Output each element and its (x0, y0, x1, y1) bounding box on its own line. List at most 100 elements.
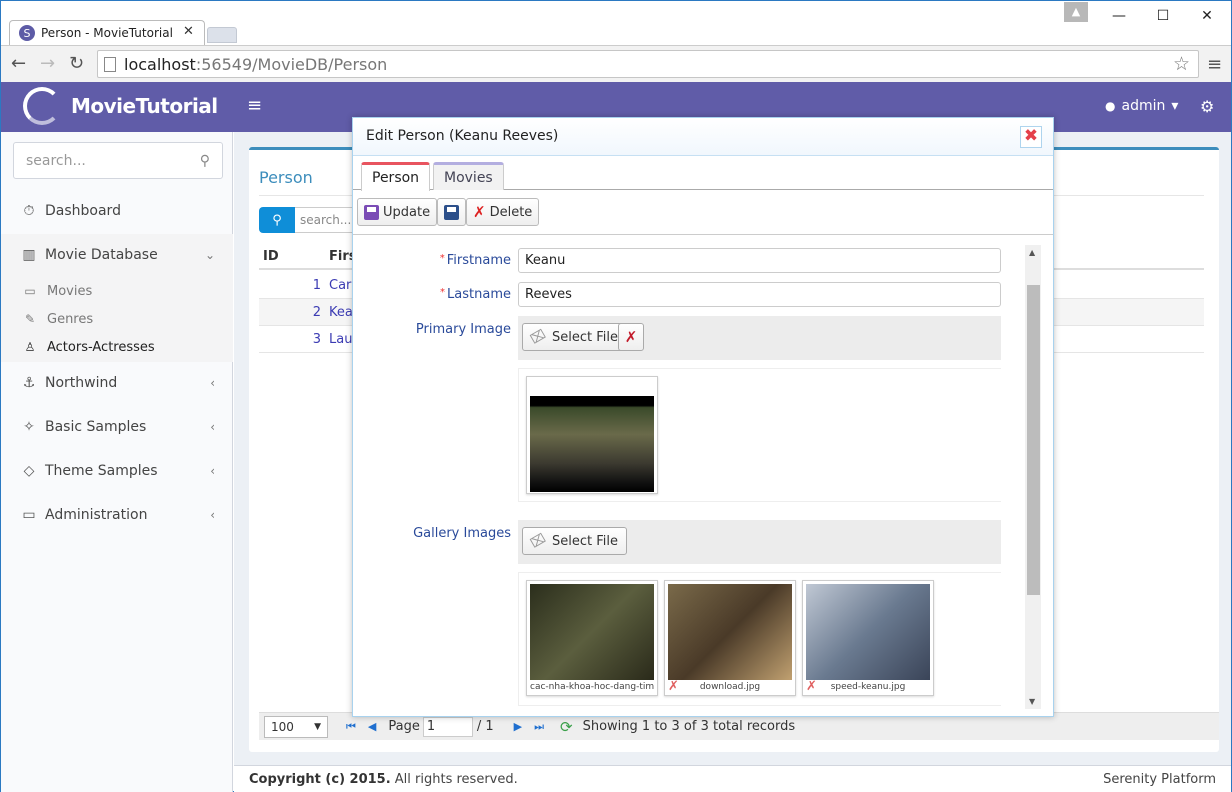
next-page-icon[interactable]: ▶ (514, 720, 522, 733)
back-icon[interactable]: ← (11, 53, 26, 74)
cell-id: 1 (312, 278, 321, 293)
column-header-id[interactable]: ID (263, 249, 279, 264)
maximize-button[interactable]: ☐ (1141, 5, 1185, 27)
gallery-image (668, 584, 792, 680)
profile-icon[interactable]: ▲ (1064, 2, 1088, 22)
delete-button[interactable]: ✗ Delete (466, 198, 540, 226)
dialog-form: * Firstname Keanu * Lastname Reeves Primar… (353, 236, 1053, 716)
search-icon[interactable]: ⚲ (200, 153, 210, 169)
browser-window: S Person - MovieTutorial ✕ ▲ — ☐ ✕ ← → ↻… (0, 0, 1232, 792)
title-bar: S Person - MovieTutorial ✕ ▲ — ☐ ✕ (1, 1, 1231, 46)
copyright-text: All rights reserved. (390, 772, 518, 787)
update-button[interactable]: Update (357, 198, 438, 226)
scrollbar-thumb[interactable] (1027, 285, 1040, 595)
close-window-button[interactable]: ✕ (1185, 5, 1229, 27)
page-size-value: 100 (271, 719, 294, 734)
gallery-select-file-button[interactable]: ⌧ Select File (522, 527, 627, 555)
scroll-down-icon[interactable]: ▼ (1029, 697, 1035, 706)
paperclip-icon: ⌧ (528, 326, 549, 348)
forward-icon[interactable]: → (40, 53, 55, 74)
sidebar-subitem-label: Movies (47, 283, 93, 299)
sidebar-item-movie-database[interactable]: ▥ Movie Database ⌄ (1, 233, 233, 277)
sidebar-item-basic-samples[interactable]: ✧ Basic Samples ‹ (1, 405, 233, 449)
update-label: Update (383, 204, 431, 220)
cell-firstname-link[interactable]: Kea (329, 305, 353, 320)
primary-select-file-button[interactable]: ⌧ Select File (522, 323, 627, 351)
scroll-up-icon[interactable]: ▲ (1029, 248, 1035, 257)
firstname-field[interactable]: Keanu (518, 248, 1001, 273)
tab-person[interactable]: Person (361, 162, 431, 191)
sidebar-subitem-actors-actresses[interactable]: ♙ Actors-Actresses (1, 333, 233, 361)
user-menu[interactable]: ● admin ▾ (1105, 98, 1178, 114)
sidebar-subitem-label: Genres (47, 311, 94, 327)
lastname-field[interactable]: Reeves (518, 282, 1001, 307)
logo-icon (23, 87, 61, 125)
browser-toolbar: ← → ↻ localhost:56549/MovieDB/Person ☆ ≡ (1, 45, 1231, 82)
refresh-icon[interactable]: ⟳ (560, 718, 573, 736)
sidebar-subitem-genres[interactable]: ✎ Genres (1, 305, 233, 333)
platform-credit: Serenity Platform (1103, 772, 1216, 787)
primary-image (530, 396, 654, 492)
last-page-icon[interactable]: ⏭ (534, 720, 544, 734)
page-number-input[interactable]: 1 (422, 716, 473, 737)
page-icon (104, 56, 116, 72)
brand-logo[interactable]: MovieTutorial (23, 87, 218, 125)
page-size-select[interactable]: 100 ▼ (264, 715, 328, 738)
primary-image-label: Primary Image (415, 322, 511, 337)
reload-icon[interactable]: ↻ (69, 53, 84, 74)
sidebar-item-administration[interactable]: ▭ Administration ‹ (1, 493, 233, 537)
gallery-thumbnail[interactable]: cac-nha-khoa-hoc-dang-tim- (526, 580, 658, 696)
prev-page-icon[interactable]: ◀ (368, 720, 376, 733)
minimize-button[interactable]: — (1097, 5, 1141, 27)
grid-search-input[interactable]: search... (295, 207, 355, 233)
sidebar-item-label: Theme Samples (45, 463, 158, 479)
user-name: admin (1121, 98, 1166, 114)
firstname-label-text: Firstname (446, 253, 511, 268)
tab-close-icon[interactable]: ✕ (183, 24, 194, 39)
primary-image-preview (518, 368, 1001, 502)
browser-tab-content[interactable]: S Person - MovieTutorial (19, 21, 173, 45)
sidebar-search-input[interactable]: search... ⚲ (13, 142, 223, 179)
film-icon: ▥ (22, 247, 36, 263)
gallery-thumbnail[interactable]: ✗ download.jpg (664, 580, 796, 696)
remove-primary-image-button[interactable]: ✗ (618, 323, 644, 351)
edit-person-dialog: Edit Person (Keanu Reeves) ✖ Person Movi… (352, 117, 1054, 717)
first-page-icon[interactable]: ⏮ (346, 720, 356, 734)
firstname-label: * Firstname (353, 253, 511, 268)
sidebar-toggle-icon[interactable]: ≡ (247, 95, 262, 116)
primary-image-thumbnail[interactable] (526, 376, 658, 494)
lastname-label: * Lastname (353, 287, 511, 302)
browser-menu-icon[interactable]: ≡ (1207, 54, 1222, 75)
chevron-down-icon: ⌄ (204, 248, 215, 262)
tab-movies[interactable]: Movies (433, 162, 504, 190)
settings-gears-icon[interactable]: ⚙ (1200, 97, 1214, 116)
required-mark: * (440, 287, 446, 298)
delete-icon: ✗ (473, 203, 486, 221)
dialog-titlebar[interactable]: Edit Person (Keanu Reeves) ✖ (353, 118, 1053, 156)
video-camera-icon: ▭ (24, 284, 36, 298)
sidebar-item-label: Movie Database (45, 247, 158, 263)
chevron-left-icon: ‹ (210, 376, 215, 390)
gallery-thumbnail[interactable]: ✗ speed-keanu.jpg (802, 580, 934, 696)
sidebar-item-northwind[interactable]: ⚓ Northwind ‹ (1, 361, 233, 405)
gallery-caption: speed-keanu.jpg (830, 682, 906, 692)
paperclip-icon: ⌧ (528, 530, 549, 552)
gallery-images-toolbar: ⌧ Select File (518, 520, 1001, 564)
caret-down-icon: ▾ (1171, 98, 1179, 114)
gallery-image (530, 584, 654, 680)
grid-search: ⚲ search... (259, 207, 355, 233)
bookmark-star-icon[interactable]: ☆ (1173, 53, 1190, 75)
gallery-caption: download.jpg (699, 682, 761, 692)
new-tab-button[interactable] (207, 27, 237, 43)
sidebar-subitem-movies[interactable]: ▭ Movies (1, 277, 233, 305)
search-button[interactable]: ⚲ (259, 207, 295, 233)
diamond-icon: ◇ (23, 463, 35, 479)
apply-changes-button[interactable] (437, 198, 466, 226)
dialog-scrollbar[interactable]: ▲ ▼ (1025, 245, 1041, 709)
dashboard-icon: ⏱ (23, 203, 35, 219)
address-bar[interactable]: localhost:56549/MovieDB/Person ☆ (97, 50, 1199, 78)
dialog-close-button[interactable]: ✖ (1020, 126, 1042, 148)
sidebar-item-dashboard[interactable]: ⏱ Dashboard (1, 189, 233, 233)
sidebar-item-theme-samples[interactable]: ◇ Theme Samples ‹ (1, 449, 233, 493)
footer: Copyright (c) 2015. All rights reserved.… (234, 765, 1231, 792)
